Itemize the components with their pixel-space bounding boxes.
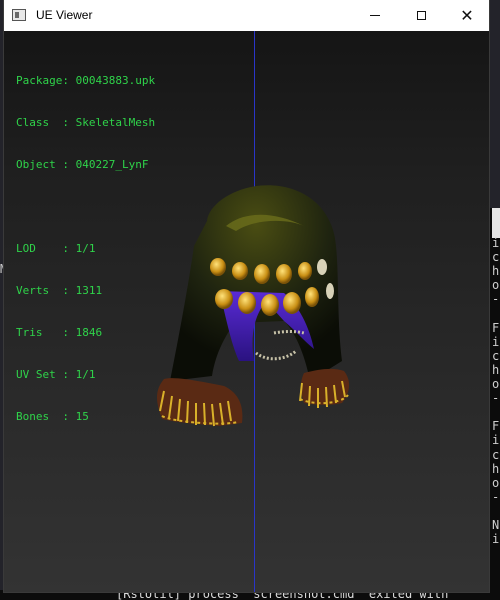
package-row: Package: 00043883.upk [16,74,155,88]
background-console-char: i [492,532,500,547]
verts-row: Verts : 1311 [16,284,155,298]
object-label: Object : [16,158,76,171]
background-console-char: - [492,391,500,406]
background-console-char: F [492,419,500,434]
background-console-char: - [492,292,500,307]
close-icon: ✕ [460,5,474,25]
background-console-char: o [492,475,500,490]
lod-row: LOD : 1/1 [16,242,155,256]
background-console-char: o [492,377,500,391]
background-console-char: i [492,236,500,250]
background-console-char: h [492,362,500,377]
background-console-char: h [492,461,500,476]
uvset-value: 1/1 [75,368,96,381]
class-label: Class : [16,116,76,129]
verts-value: 1311 [75,284,103,297]
ue-viewer-window: UE Viewer ✕ Package: 00043883.upk Class … [4,0,489,592]
background-console-header [492,208,500,238]
lod-value: 1/1 [75,242,96,255]
background-console-char: F [492,320,500,335]
3d-viewport[interactable]: Package: 00043883.upk Class : SkeletalMe… [4,31,489,592]
object-row: Object : 040227_LynF [16,158,155,172]
brow-chain [273,330,305,335]
background-console-char: i [492,433,500,448]
verts-label: Verts : [16,284,76,297]
hood-shape [170,185,342,381]
mesh-info-overlay: Package: 00043883.upk Class : SkeletalMe… [16,46,155,452]
tris-row: Tris : 1846 [16,326,155,340]
minimize-icon [370,15,380,16]
background-console-char: o [492,278,500,293]
background-console-char: - [492,489,500,504]
bones-label: Bones : [16,410,76,423]
class-row: Class : SkeletalMesh [16,116,155,130]
title-bar[interactable]: UE Viewer ✕ [4,0,489,31]
tris-value: 1846 [75,326,103,339]
background-console-char: c [492,447,500,462]
maximize-icon [416,11,426,20]
bones-value: 15 [75,410,89,423]
uvset-label: UV Set : [16,368,76,381]
minimize-button[interactable] [352,0,398,31]
class-value: SkeletalMesh [75,116,156,129]
object-value: 040227_LynF [75,158,149,171]
tris-label: Tris : [16,326,76,339]
background-console-char: c [492,348,500,363]
bones-row: Bones : 15 [16,410,155,424]
background-console-char: h [492,264,500,279]
uvset-row: UV Set : 1/1 [16,368,155,382]
package-label: Package: [16,74,76,87]
face-chain [255,349,297,361]
lod-label: LOD : [16,242,76,255]
background-console-char: N [492,518,500,532]
app-window-icon [12,9,26,21]
close-button[interactable]: ✕ [444,0,489,31]
window-title: UE Viewer [36,8,93,22]
background-console-char: c [492,250,500,265]
maximize-button[interactable] [398,0,444,31]
package-value: 00043883.upk [75,74,156,87]
background-console-char: i [492,334,500,349]
